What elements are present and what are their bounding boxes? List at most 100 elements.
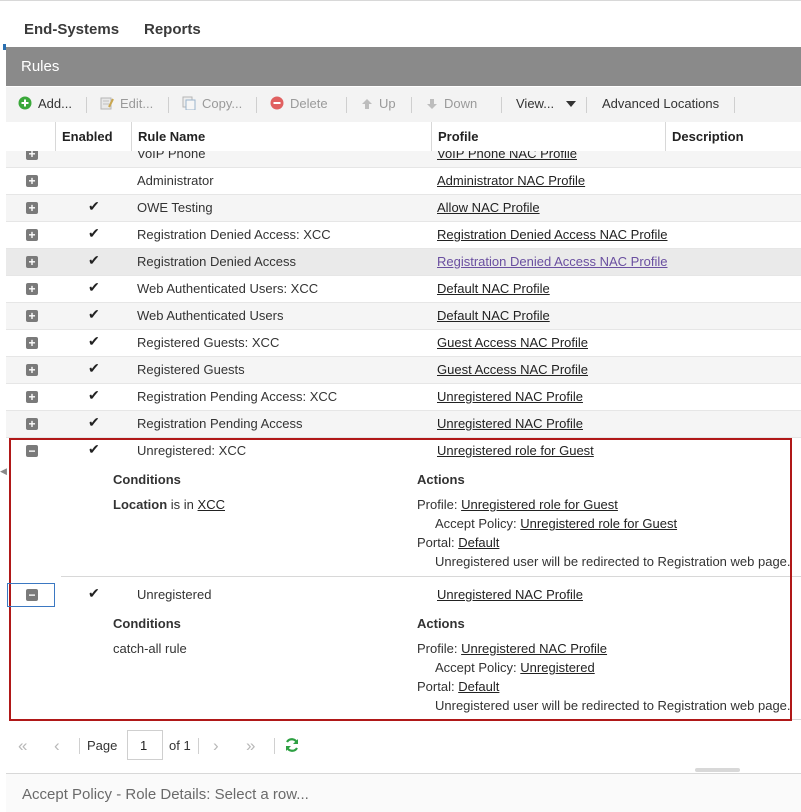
expand-icon[interactable]: + [26, 391, 38, 403]
rule-name: Unregistered [137, 587, 212, 602]
refresh-button[interactable] [284, 737, 300, 756]
accept-policy-link[interactable]: Unregistered role for Guest [520, 516, 677, 531]
toolbar-divider [86, 97, 87, 113]
profile-link[interactable]: Administrator NAC Profile [437, 173, 585, 188]
profile-link[interactable]: Guest Access NAC Profile [437, 362, 588, 377]
expand-icon[interactable]: + [26, 283, 38, 295]
next-page-icon[interactable]: › [213, 736, 219, 756]
column-header-enabled[interactable]: Enabled [55, 122, 131, 151]
condition-value-link[interactable]: XCC [198, 497, 225, 512]
enabled-check-icon: ✔ [88, 414, 100, 430]
table-row[interactable]: − ✔ Unregistered Unregistered NAC Profil… [6, 582, 801, 609]
accept-policy-label: Accept Policy: [435, 516, 517, 531]
action-profile-link[interactable]: Unregistered NAC Profile [461, 641, 607, 656]
enabled-check-icon: ✔ [88, 441, 100, 457]
accept-policy-link[interactable]: Unregistered [520, 660, 594, 675]
page-number-input[interactable] [127, 730, 163, 760]
conditions-heading: Conditions [113, 616, 181, 631]
profile-link[interactable]: Default NAC Profile [437, 281, 550, 296]
tab-reports[interactable]: Reports [144, 21, 201, 38]
profile-link[interactable]: Unregistered role for Guest [437, 443, 594, 458]
profile-link[interactable]: Unregistered NAC Profile [437, 389, 583, 404]
expand-icon[interactable]: + [26, 418, 38, 430]
expand-icon[interactable]: + [26, 202, 38, 214]
tab-end-systems[interactable]: End-Systems [24, 21, 119, 38]
column-header-rule-name[interactable]: Rule Name [131, 122, 431, 151]
enabled-check-icon: ✔ [88, 360, 100, 376]
rule-name: Web Authenticated Users [137, 308, 284, 323]
toolbar-divider [168, 97, 169, 113]
profile-link[interactable]: Registration Denied Access NAC Profile [437, 254, 668, 269]
column-header-profile[interactable]: Profile [431, 122, 665, 151]
expand-icon[interactable]: + [26, 256, 38, 268]
details-status-bar: Accept Policy - Role Details: Select a r… [6, 773, 801, 812]
copy-icon [182, 96, 196, 110]
collapse-icon[interactable]: − [26, 445, 38, 457]
pagination-bar: « ‹ Page of 1 › » [6, 726, 801, 766]
resize-handle[interactable] [695, 768, 740, 772]
action-profile-link[interactable]: Unregistered role for Guest [461, 497, 618, 512]
rule-name: Registration Pending Access [137, 416, 303, 431]
toolbar-divider [346, 97, 347, 113]
profile-link[interactable]: Unregistered NAC Profile [437, 587, 583, 602]
first-page-icon[interactable]: « [18, 736, 27, 756]
expand-icon[interactable]: + [26, 151, 38, 160]
action-accept-policy: Accept Policy: Unregistered [435, 660, 595, 675]
portal-label: Portal: [417, 535, 455, 550]
table-row[interactable]: + VoIP Phone VoIP Phone NAC Profile [6, 151, 801, 168]
refresh-icon [285, 738, 299, 752]
toolbar-divider [501, 97, 502, 113]
splitter-arrow-icon[interactable]: ◀ [0, 466, 7, 477]
table-row[interactable]: + ✔ Registration Pending Access: XCC Unregi… [6, 384, 801, 411]
table-row[interactable]: + ✔ Registration Denied Access Registration… [6, 249, 801, 276]
enabled-check-icon: ✔ [88, 225, 100, 241]
portal-link[interactable]: Default [458, 535, 499, 550]
move-down-button[interactable]: Down [426, 96, 477, 111]
table-row[interactable]: + ✔ Web Authenticated Users: XCC Default NA… [6, 276, 801, 303]
table-row[interactable]: + Administrator Administrator NAC Profile [6, 168, 801, 195]
rule-name: Registration Denied Access: XCC [137, 227, 331, 242]
profile-link[interactable]: Allow NAC Profile [437, 200, 540, 215]
toolbar-divider [256, 97, 257, 113]
move-up-button[interactable]: Up [361, 96, 396, 111]
expand-icon[interactable]: + [26, 364, 38, 376]
table-row[interactable]: + ✔ OWE Testing Allow NAC Profile [6, 195, 801, 222]
pager-divider [79, 738, 80, 754]
top-divider [0, 0, 801, 4]
arrow-up-icon [362, 99, 372, 109]
toolbar-divider [734, 97, 735, 113]
copy-button[interactable]: Copy... [182, 96, 242, 111]
details-status-text: Accept Policy - Role Details: Select a r… [22, 786, 309, 803]
enabled-check-icon: ✔ [88, 279, 100, 295]
column-header-description[interactable]: Description [665, 122, 801, 151]
action-accept-policy: Accept Policy: Unregistered role for Gue… [435, 516, 677, 531]
edit-icon [100, 97, 114, 110]
expand-icon[interactable]: + [26, 310, 38, 322]
pager-divider [274, 738, 275, 754]
expand-icon[interactable]: + [26, 337, 38, 349]
rule-name: Registration Pending Access: XCC [137, 389, 338, 404]
advanced-locations-button[interactable]: Advanced Locations [602, 96, 719, 111]
table-row[interactable]: + ✔ Web Authenticated Users Default NAC Pro… [6, 303, 801, 330]
enabled-check-icon: ✔ [88, 252, 100, 268]
last-page-icon[interactable]: » [246, 736, 255, 756]
edit-button[interactable]: Edit... [100, 96, 153, 111]
profile-link[interactable]: Unregistered NAC Profile [437, 416, 583, 431]
add-button[interactable]: Add... [18, 96, 72, 111]
profile-link[interactable]: VoIP Phone NAC Profile [437, 151, 577, 161]
expand-icon[interactable]: + [26, 175, 38, 187]
view-menu-button[interactable]: View... [516, 96, 576, 111]
portal-link[interactable]: Default [458, 679, 499, 694]
table-row[interactable]: + ✔ Registration Pending Access Unregistere… [6, 411, 801, 438]
delete-button[interactable]: Delete [270, 96, 328, 111]
table-row[interactable]: + ✔ Registered Guests: XCC Guest Access NAC… [6, 330, 801, 357]
table-row[interactable]: − ✔ Unregistered: XCC Unregistered role … [6, 438, 801, 465]
table-row[interactable]: + ✔ Registered Guests Guest Access NAC Prof… [6, 357, 801, 384]
profile-link[interactable]: Guest Access NAC Profile [437, 335, 588, 350]
prev-page-icon[interactable]: ‹ [54, 736, 60, 756]
expand-icon[interactable]: + [26, 229, 38, 241]
profile-link[interactable]: Registration Denied Access NAC Profile [437, 227, 668, 242]
pager-divider [198, 738, 199, 754]
table-row[interactable]: + ✔ Registration Denied Access: XCC Registr… [6, 222, 801, 249]
profile-link[interactable]: Default NAC Profile [437, 308, 550, 323]
